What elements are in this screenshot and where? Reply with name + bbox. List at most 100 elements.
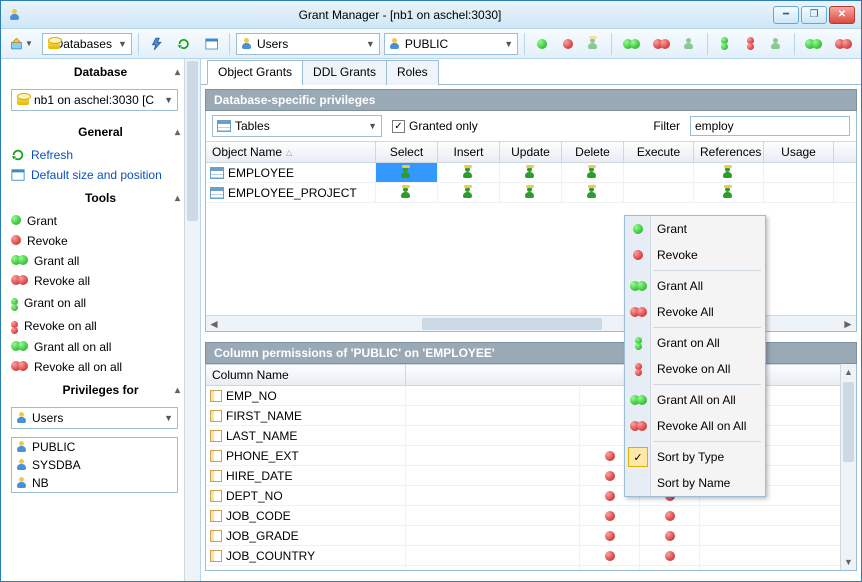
column-name-cell[interactable]: DEPT_NO [206, 486, 406, 505]
ctx-revoke[interactable]: Revoke [625, 242, 765, 268]
col-update-cell[interactable] [580, 546, 640, 565]
principals-list[interactable]: PUBLICSYSDBANB [11, 437, 178, 493]
object-name-cell[interactable]: EMPLOYEE_PROJECT [206, 183, 376, 202]
close-button[interactable]: ✕ [829, 6, 855, 24]
ctx-grant-on-all[interactable]: Grant on All [625, 330, 765, 356]
ctx-grant[interactable]: Grant [625, 216, 765, 242]
column-row[interactable]: JOB_GRADE [206, 526, 856, 546]
ctx-sort-by-type[interactable]: ✓ Sort by Type [625, 444, 765, 470]
col-update-cell[interactable] [580, 526, 640, 545]
default-size-link[interactable]: Default size and position [1, 165, 184, 185]
grid-col-insert[interactable]: Insert [438, 142, 500, 162]
priv-cell[interactable] [562, 163, 624, 182]
col-ref-cell[interactable] [640, 526, 700, 545]
tool-grant-on-all[interactable]: Grant on all [1, 291, 184, 314]
grid-col-update[interactable]: Update [500, 142, 562, 162]
database-select[interactable]: nb1 on aschel:3030 [C ▼ [11, 89, 178, 111]
collapse-icon[interactable]: ▴ [175, 67, 180, 78]
column-grid-v-scrollbar[interactable]: ▲ ▼ [840, 364, 856, 570]
priv-cell[interactable] [562, 183, 624, 202]
ctx-grant-all[interactable]: Grant All [625, 273, 765, 299]
users-combo[interactable]: Users ▼ [236, 33, 380, 55]
privileges-for-combo[interactable]: Users ▼ [11, 407, 178, 429]
col-ref-cell[interactable] [640, 506, 700, 525]
grant-option-on-all-button[interactable] [766, 33, 788, 55]
col-ref-cell[interactable] [640, 566, 700, 570]
tab-ddl-grants[interactable]: DDL Grants [302, 60, 387, 85]
tool-grant[interactable]: Grant [1, 211, 184, 231]
collapse-icon[interactable]: ▴ [175, 385, 180, 396]
priv-cell[interactable] [764, 163, 834, 182]
tab-object-grants[interactable]: Object Grants [207, 60, 303, 85]
home-dropdown-button[interactable]: ▼ [5, 33, 38, 55]
tool-revoke-on-all[interactable]: Revoke on all [1, 314, 184, 337]
priv-cell[interactable] [500, 163, 562, 182]
lightning-button[interactable] [145, 33, 168, 55]
column-name-cell[interactable]: SALARY [206, 566, 406, 570]
column-name-cell[interactable]: FIRST_NAME [206, 406, 406, 425]
tab-roles[interactable]: Roles [386, 60, 439, 85]
column-name-cell[interactable]: JOB_GRADE [206, 526, 406, 545]
filter-input[interactable] [690, 116, 850, 136]
column-name-cell[interactable]: HIRE_DATE [206, 466, 406, 485]
grid-row[interactable]: EMPLOYEE_PROJECT [206, 183, 856, 203]
priv-cell[interactable] [438, 183, 500, 202]
column-name-cell[interactable]: EMP_NO [206, 386, 406, 405]
priv-cell[interactable] [624, 163, 694, 182]
grant-button[interactable] [531, 33, 553, 55]
grant-all-on-all-button[interactable] [800, 33, 826, 55]
column-name-cell[interactable]: JOB_CODE [206, 506, 406, 525]
object-type-combo[interactable]: Tables ▼ [212, 115, 382, 137]
grid-col-object-name[interactable]: Object Name△ [206, 142, 376, 162]
priv-cell[interactable] [376, 163, 438, 182]
column-name-cell[interactable]: JOB_COUNTRY [206, 546, 406, 565]
priv-cell[interactable] [694, 183, 764, 202]
priv-cell[interactable] [438, 163, 500, 182]
column-row[interactable]: JOB_CODE [206, 506, 856, 526]
column-row[interactable]: JOB_COUNTRY [206, 546, 856, 566]
priv-cell[interactable] [500, 183, 562, 202]
priv-cell[interactable] [764, 183, 834, 202]
grant-option-button[interactable] [583, 33, 605, 55]
ctx-revoke-on-all[interactable]: Revoke on All [625, 356, 765, 382]
grant-all-button[interactable] [618, 33, 644, 55]
minimize-button[interactable]: ━ [773, 6, 799, 24]
column-name-cell[interactable]: PHONE_EXT [206, 446, 406, 465]
ctx-sort-by-name[interactable]: Sort by Name [625, 470, 765, 496]
granted-only-checkbox[interactable]: ✓ Granted only [392, 119, 478, 133]
refresh-button[interactable] [172, 33, 195, 55]
grid-col-delete[interactable]: Delete [562, 142, 624, 162]
tool-revoke[interactable]: Revoke [1, 231, 184, 251]
revoke-on-all-button[interactable] [740, 33, 762, 55]
priv-cell[interactable] [624, 183, 694, 202]
revoke-all-on-all-button[interactable] [831, 33, 857, 55]
principal-combo[interactable]: PUBLIC ▼ [384, 33, 518, 55]
revoke-button[interactable] [557, 33, 579, 55]
grant-option-all-button[interactable] [679, 33, 701, 55]
column-name-cell[interactable]: LAST_NAME [206, 426, 406, 445]
grid-col-references[interactable]: References [694, 142, 764, 162]
principal-row[interactable]: PUBLIC [12, 438, 177, 456]
collapse-icon[interactable]: ▴ [175, 127, 180, 138]
grid-row[interactable]: EMPLOYEE [206, 163, 856, 183]
ctx-revoke-all-on-all[interactable]: Revoke All on All [625, 413, 765, 439]
refresh-link[interactable]: Refresh [1, 145, 184, 165]
principal-row[interactable]: SYSDBA [12, 456, 177, 474]
revoke-all-button[interactable] [648, 33, 674, 55]
tool-grant-all[interactable]: Grant all [1, 251, 184, 271]
ctx-grant-all-on-all[interactable]: Grant All on All [625, 387, 765, 413]
principal-row[interactable]: NB [12, 474, 177, 492]
object-name-cell[interactable]: EMPLOYEE [206, 163, 376, 182]
column-row[interactable]: SALARY [206, 566, 856, 570]
grid-col-select[interactable]: Select [376, 142, 438, 162]
ctx-revoke-all[interactable]: Revoke All [625, 299, 765, 325]
grid-col-execute[interactable]: Execute [624, 142, 694, 162]
tool-revoke-all-on-all[interactable]: Revoke all on all [1, 357, 184, 377]
restore-button[interactable]: ❐ [801, 6, 827, 24]
col-ref-cell[interactable] [640, 546, 700, 565]
tool-revoke-all[interactable]: Revoke all [1, 271, 184, 291]
collapse-icon[interactable]: ▴ [175, 193, 180, 204]
priv-cell[interactable] [376, 183, 438, 202]
col-update-cell[interactable] [580, 506, 640, 525]
databases-combo[interactable]: Databases ▼ [42, 33, 132, 55]
